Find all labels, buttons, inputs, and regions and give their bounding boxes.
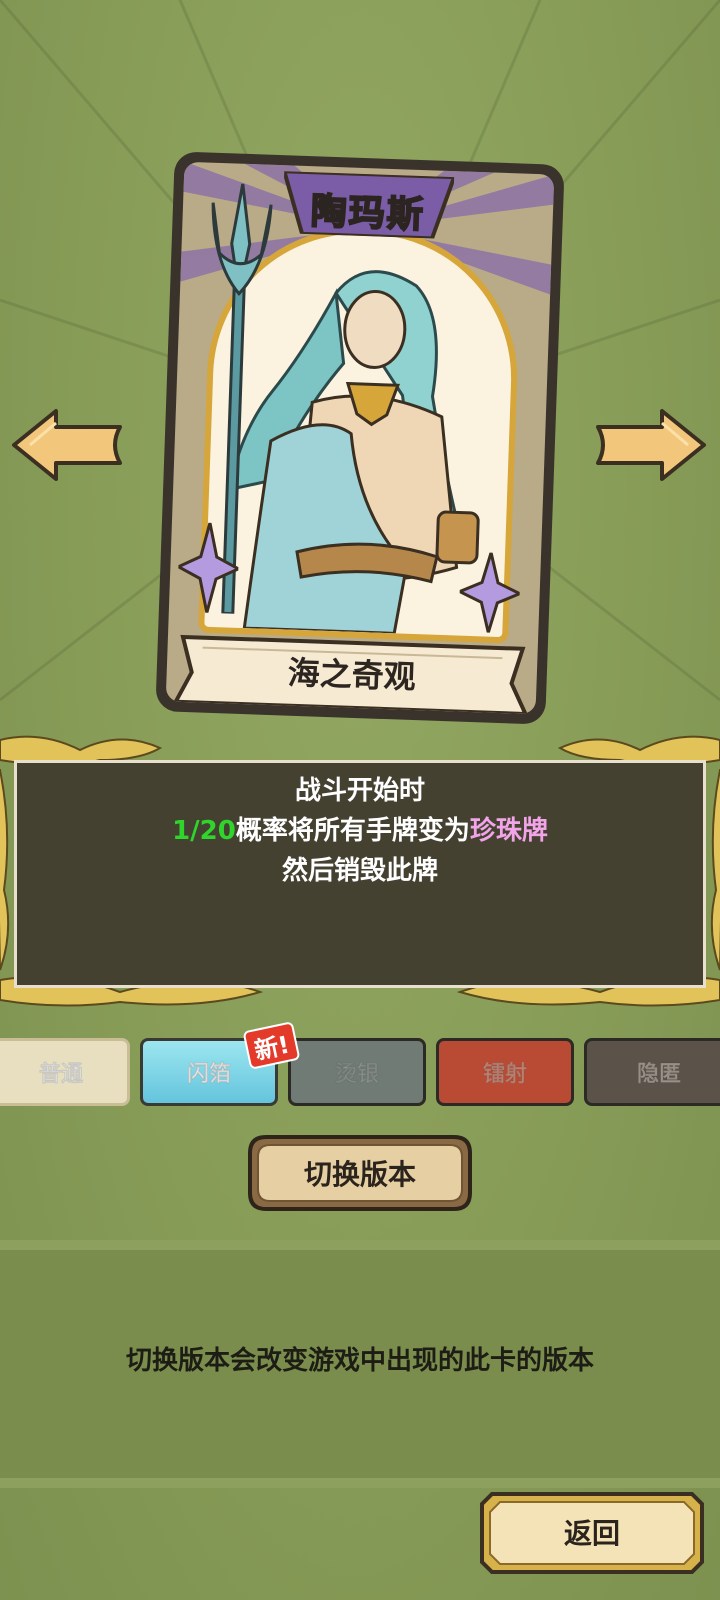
sparkle-icon xyxy=(458,551,522,634)
tab-normal[interactable]: 普通 xyxy=(0,1038,130,1106)
sparkle-icon xyxy=(176,522,240,614)
version-tabs: 普通 闪箔 烫银 镭射 隐匿 新! xyxy=(0,1021,720,1110)
switch-version-label: 切换版本 xyxy=(303,1158,416,1191)
description-panel: 战斗开始时 1/20概率将所有手牌变为珍珠牌 然后销毁此牌 xyxy=(0,730,720,1010)
description-line-1: 战斗开始时 xyxy=(294,776,425,806)
back-label: 返回 xyxy=(563,1517,620,1550)
arrow-left-icon[interactable] xyxy=(10,405,128,485)
probability-text: 1/20 xyxy=(172,816,236,846)
card-name-wrap: 陶玛斯 xyxy=(282,171,454,239)
description-line-2: 1/20概率将所有手牌变为珍珠牌 xyxy=(0,810,720,847)
arrow-right-icon[interactable] xyxy=(590,405,708,485)
description-line-2-mid: 概率将所有手牌变为 xyxy=(235,816,470,846)
card-inner: 陶玛斯 海之奇观 xyxy=(165,161,555,715)
character-card: 陶玛斯 海之奇观 xyxy=(155,151,565,725)
tab-laser[interactable]: 镭射 xyxy=(436,1038,574,1106)
info-text: 切换版本会改变游戏中出现的此卡的版本 xyxy=(125,1346,594,1376)
description-line-3: 然后销毁此牌 xyxy=(281,856,438,886)
tab-silver[interactable]: 烫银 xyxy=(288,1038,426,1106)
pearl-card-text: 珍珠牌 xyxy=(469,816,548,846)
switch-version-button[interactable]: 切换版本 xyxy=(246,1133,474,1213)
tab-hidden[interactable]: 隐匿 xyxy=(584,1038,720,1106)
card-name: 陶玛斯 xyxy=(309,190,426,237)
back-button[interactable]: 返回 xyxy=(478,1490,706,1576)
